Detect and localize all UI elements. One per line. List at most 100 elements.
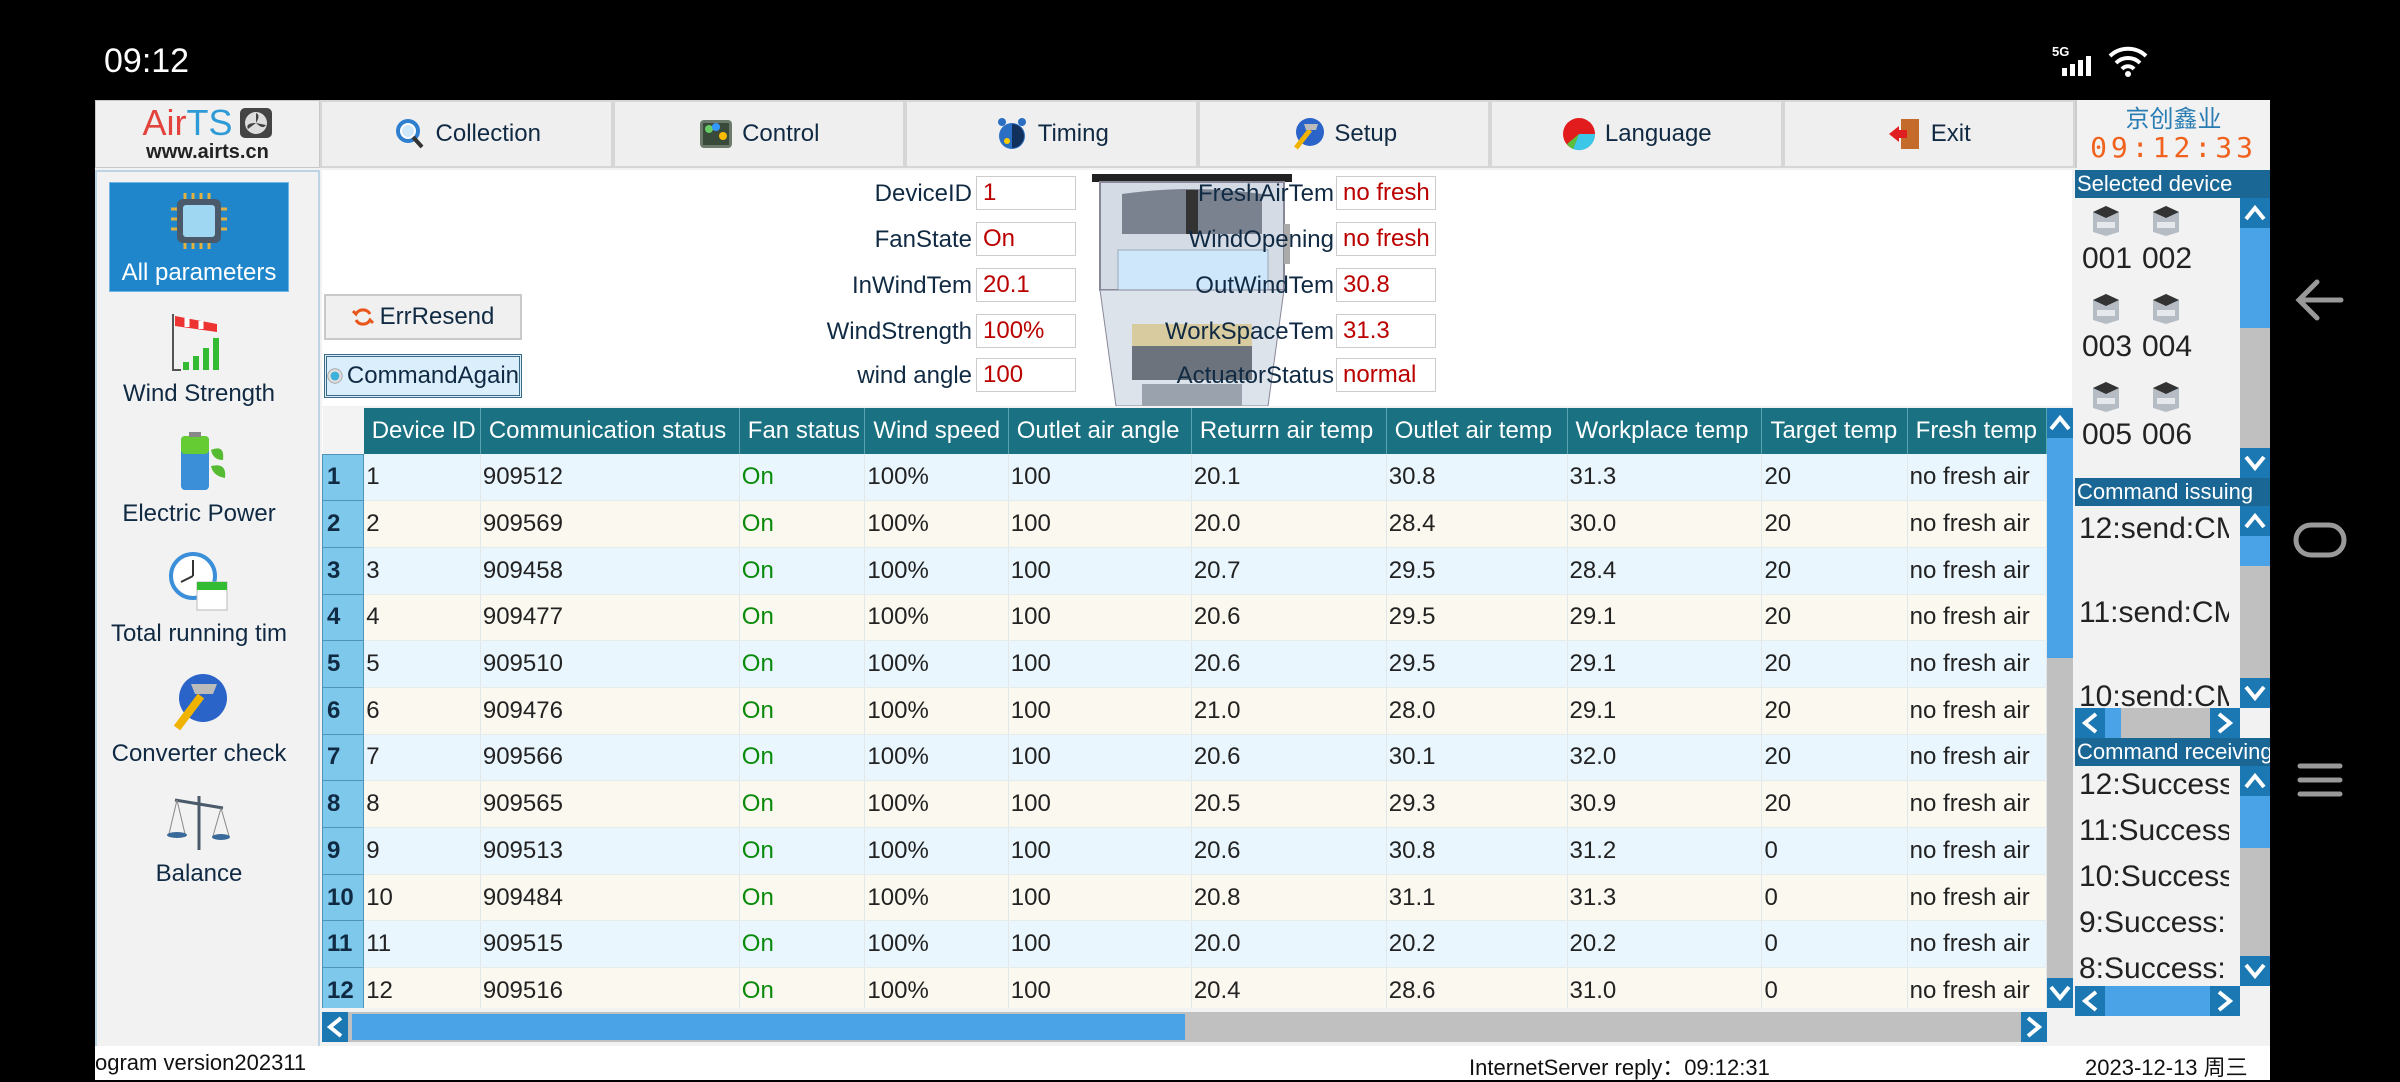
- column-header[interactable]: Fan status: [739, 408, 866, 454]
- table-cell: 12: [363, 967, 481, 1008]
- menu-setup[interactable]: Setup: [1197, 100, 1490, 168]
- scroll-right-button[interactable]: [2021, 1012, 2047, 1042]
- err-resend-button[interactable]: ErrResend: [324, 294, 522, 340]
- sidebar-item-wind-strength[interactable]: Wind Strength: [109, 302, 289, 412]
- scroll-thumb[interactable]: [2047, 438, 2073, 658]
- scroll-down-button[interactable]: [2240, 956, 2270, 986]
- scale-icon: [167, 796, 230, 850]
- scroll-up-button[interactable]: [2240, 506, 2270, 536]
- table-cell: 20.0: [1191, 500, 1387, 548]
- chevron-left-icon: [2081, 990, 2098, 1012]
- table-cell: no fresh air: [1907, 967, 2047, 1008]
- scroll-right-button[interactable]: [2210, 708, 2240, 738]
- table-row[interactable]: 2 2 909569 On 100% 100 20.0 28.4 30.0 20 no fresh …: [322, 500, 2047, 548]
- device-unit-icon[interactable]: [2149, 292, 2183, 326]
- issuing-scrollbar[interactable]: [2240, 506, 2270, 738]
- chevron-up-icon: [2244, 204, 2266, 221]
- device-unit-icon[interactable]: [2089, 292, 2123, 326]
- column-header[interactable]: Communication status: [480, 408, 740, 454]
- home-button[interactable]: [2280, 500, 2360, 580]
- column-header[interactable]: Fresh temp: [1907, 408, 2047, 454]
- scroll-left-button[interactable]: [322, 1012, 348, 1042]
- menu-language[interactable]: Language: [1490, 100, 1783, 168]
- issuing-h-scrollbar[interactable]: [2075, 708, 2240, 738]
- logo: AirTS www.airts.cn: [95, 100, 320, 168]
- table-cell: On: [739, 734, 866, 782]
- device-unit-icon[interactable]: [2149, 204, 2183, 238]
- column-header[interactable]: Outlet air temp: [1386, 408, 1568, 454]
- table-horizontal-scrollbar[interactable]: [322, 1012, 2047, 1042]
- sidebar-item-label: Electric Power: [122, 500, 276, 527]
- column-header[interactable]: Device ID: [363, 408, 481, 454]
- column-header[interactable]: Workplace temp: [1567, 408, 1763, 454]
- device-label[interactable]: 003: [2077, 330, 2137, 364]
- table-cell: 100: [1008, 920, 1192, 969]
- scroll-up-button[interactable]: [2240, 198, 2270, 228]
- scroll-thumb[interactable]: [2240, 796, 2270, 848]
- table-row[interactable]: 12 12 909516 On 100% 100 20.4 28.6 31.0 0 no fresh…: [322, 967, 2047, 1008]
- column-header[interactable]: Wind speed: [864, 408, 1009, 454]
- scroll-thumb[interactable]: [2240, 228, 2270, 328]
- column-header[interactable]: Outlet air angle: [1008, 408, 1192, 454]
- sidebar-item-electric-power[interactable]: Electric Power: [109, 422, 289, 532]
- scroll-down-button[interactable]: [2240, 448, 2270, 478]
- table-vertical-scrollbar[interactable]: [2047, 408, 2073, 1008]
- table-row[interactable]: 8 8 909565 On 100% 100 20.5 29.3 30.9 20 no fresh …: [322, 780, 2047, 828]
- scroll-up-button[interactable]: [2047, 408, 2073, 438]
- device-scrollbar[interactable]: [2240, 198, 2270, 478]
- scroll-up-button[interactable]: [2240, 766, 2270, 796]
- menu-collection[interactable]: Collection: [320, 100, 613, 168]
- table-cell: 20.6: [1191, 734, 1387, 782]
- table-row[interactable]: 9 9 909513 On 100% 100 20.6 30.8 31.2 0 no fresh a…: [322, 827, 2047, 875]
- recents-button[interactable]: [2280, 740, 2360, 820]
- column-header[interactable]: Target temp: [1761, 408, 1908, 454]
- sidebar-item-all-parameters[interactable]: All parameters: [109, 182, 289, 292]
- scroll-left-button[interactable]: [2075, 986, 2105, 1016]
- scroll-right-button[interactable]: [2210, 986, 2240, 1016]
- table-cell: 0: [1761, 827, 1908, 875]
- device-label[interactable]: 006: [2137, 418, 2197, 452]
- scroll-down-button[interactable]: [2240, 678, 2270, 708]
- device-unit-icon[interactable]: [2149, 380, 2183, 414]
- table-row[interactable]: 5 5 909510 On 100% 100 20.6 29.5 29.1 20 no fresh …: [322, 640, 2047, 688]
- table-cell: 31.0: [1567, 967, 1763, 1008]
- device-unit-icon[interactable]: [2089, 380, 2123, 414]
- right-panel: Selected device 001 002 003 004 005 006 Comma…: [2075, 170, 2270, 1046]
- scroll-down-button[interactable]: [2047, 978, 2073, 1008]
- back-button[interactable]: [2280, 260, 2360, 340]
- row-number: 8: [322, 780, 365, 828]
- command-again-label: CommandAgain: [346, 362, 519, 389]
- sidebar-item-total-running-time[interactable]: Total running tim: [109, 542, 289, 652]
- table-cell: 20: [1761, 734, 1908, 782]
- menu-timing[interactable]: Timing: [905, 100, 1198, 168]
- clock-calendar-icon: [169, 552, 228, 611]
- table-row[interactable]: 10 10 909484 On 100% 100 20.8 31.1 31.3 0 no fresh…: [322, 873, 2047, 922]
- table-row[interactable]: 7 7 909566 On 100% 100 20.6 30.1 32.0 20 no fresh …: [322, 733, 2047, 782]
- column-header[interactable]: Returrn air temp: [1191, 408, 1387, 454]
- receiving-h-scrollbar[interactable]: [2075, 986, 2240, 1016]
- scroll-left-button[interactable]: [2075, 708, 2105, 738]
- table-row[interactable]: 3 3 909458 On 100% 100 20.7 29.5 28.4 20 no fresh …: [322, 546, 2047, 595]
- device-label[interactable]: 001: [2077, 242, 2137, 276]
- scroll-thumb[interactable]: [2240, 536, 2270, 566]
- device-label[interactable]: 004: [2137, 330, 2197, 364]
- menu-control[interactable]: Control: [612, 100, 905, 168]
- table-row[interactable]: 1 1 909512 On 100% 100 20.1 30.8 31.3 20 no fresh …: [322, 453, 2047, 502]
- receiving-scrollbar[interactable]: [2240, 766, 2270, 986]
- device-unit-icon[interactable]: [2089, 204, 2123, 238]
- table-row[interactable]: 6 6 909476 On 100% 100 21.0 28.0 29.1 20 no fresh …: [322, 686, 2047, 735]
- table-row[interactable]: 11 11 909515 On 100% 100 20.0 20.2 20.2 0 no fresh…: [322, 920, 2047, 969]
- command-received-item: 10:Success:: [2079, 860, 2229, 893]
- chevron-up-icon: [2244, 772, 2266, 789]
- command-received-item: 11:Success:: [2079, 814, 2229, 847]
- menu-exit[interactable]: Exit: [1782, 100, 2075, 168]
- fan-state-field: On: [976, 222, 1076, 256]
- h-scroll-thumb[interactable]: [352, 1014, 1185, 1040]
- device-label[interactable]: 005: [2077, 418, 2137, 452]
- sidebar-item-converter-check[interactable]: Converter check: [109, 662, 289, 772]
- record-icon: [327, 368, 343, 384]
- table-row[interactable]: 4 4 909477 On 100% 100 20.6 29.5 29.1 20 no fresh …: [322, 593, 2047, 642]
- command-again-button[interactable]: CommandAgain: [324, 354, 522, 398]
- device-label[interactable]: 002: [2137, 242, 2197, 276]
- sidebar-item-balance[interactable]: Balance: [109, 782, 289, 892]
